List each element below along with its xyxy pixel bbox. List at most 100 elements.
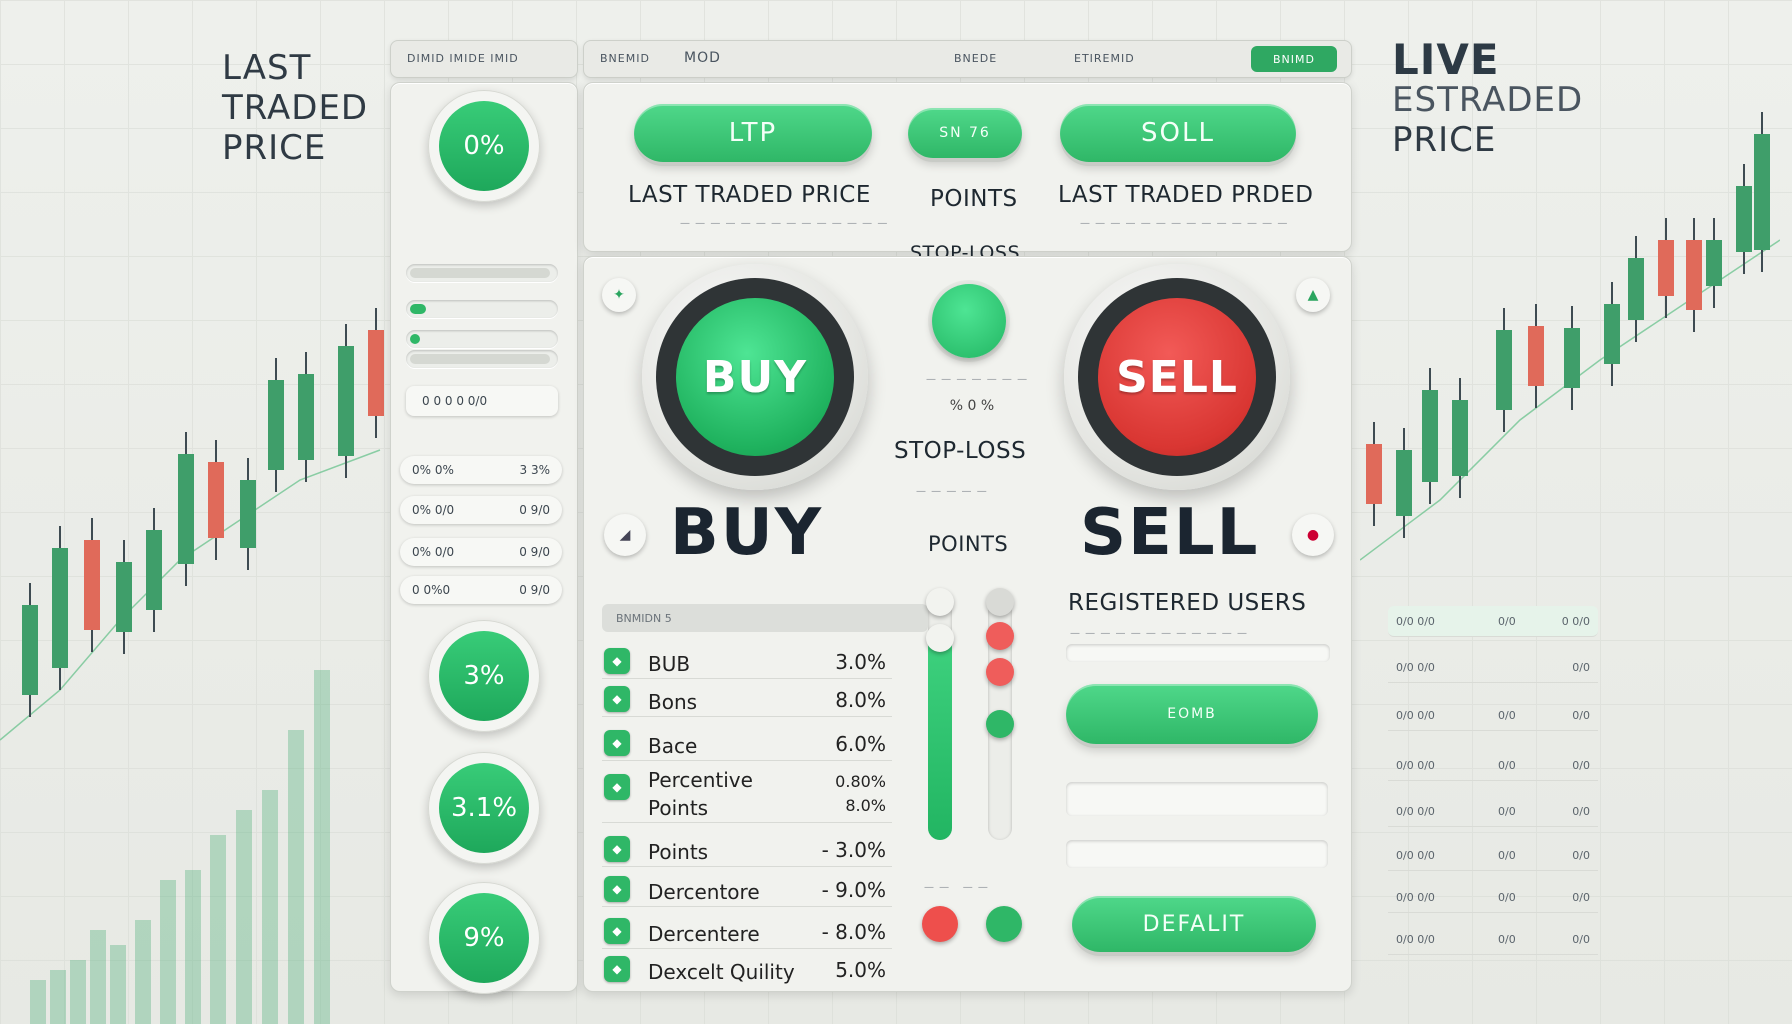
alert-icon[interactable]: ▲ [1296,278,1330,312]
candle-body [116,562,132,632]
registered-users-field[interactable] [1066,644,1330,662]
table-row[interactable]: ◆ Points - 3.0% [602,832,892,867]
points-button[interactable]: SN 76 [908,108,1022,158]
list-item-c: 0/0 [1572,709,1590,722]
candle-body [84,540,100,630]
table-row[interactable]: ◆ Dercentore - 9.0% [602,872,892,907]
vertical-slider-2-handle-1[interactable] [986,588,1014,616]
sell-top-button[interactable]: SOLL [1060,104,1296,162]
candle-body [298,374,314,460]
right-title-line2: ESTRADED [1392,80,1584,120]
vertical-slider-2-handle-4[interactable] [986,710,1014,738]
row-value: 8.0% [835,688,886,712]
top-bar-text-d: ETIREMID [1074,52,1135,65]
stop-loss-label: STOP-LOSS [894,438,1027,464]
green-toggle[interactable] [986,906,1022,942]
top-bar-button[interactable]: BNIMD [1251,46,1337,72]
volume-bar [50,970,66,1024]
table-row[interactable]: ◆ BUB 3.0% [602,644,892,679]
table-header: BNMIDN 5 [602,604,928,632]
default-button[interactable]: DEFALIT [1072,896,1316,952]
right-title-line3: PRICE [1392,120,1497,160]
table-row[interactable]: ◆ Bons 8.0% [602,682,892,717]
right-title: LIVE ESTRADED PRICE [1392,35,1584,161]
percent-circle-4[interactable]: 9% [428,882,540,994]
sidebar-slider-4[interactable] [406,350,558,368]
vertical-slider-2-handle-2[interactable] [986,622,1014,650]
sidebar-chip-3[interactable]: 0% 0/0 0 9/0 [400,538,562,566]
row-name: Dexcelt Quility [648,960,795,984]
row-name: Dercentore [648,880,760,904]
row-value: 6.0% [835,732,886,756]
candle-body [1422,390,1438,482]
percent-circle-2[interactable]: 3% [428,620,540,732]
list-item: 0/0 0/0 0/0 0/0 [1388,750,1598,781]
candle-body [208,462,224,538]
top-caption-left: — — — — — — — — — — — — — — [680,218,889,229]
input-field-1[interactable] [1066,782,1328,816]
row-value: - 9.0% [821,878,886,902]
registered-users-label: REGISTERED USERS [1068,590,1307,616]
vertical-slider-1-handle-2[interactable] [926,624,954,652]
stop-loss-knob[interactable] [932,284,1006,358]
candle-body [22,605,38,695]
target-icon[interactable]: ✦ [602,278,636,312]
sidebar-slider-3[interactable] [406,330,558,348]
sidebar-slider-chip[interactable]: 0 0 0 0 0/0 [406,386,558,416]
list-item: 0/0 0/0 0/0 0 0/0 [1388,606,1598,637]
sell-button[interactable]: SELL [1098,298,1256,456]
list-item-a: 0/0 0/0 [1396,891,1435,904]
table-row[interactable]: ◆ Dexcelt Quility 5.0% [602,952,892,986]
volume-bar [90,930,106,1024]
ltp-button[interactable]: LTP [634,104,872,162]
vertical-slider-2-handle-3[interactable] [986,658,1014,686]
table-row[interactable]: ◆ Bace 6.0% [602,726,892,761]
candle-body [52,548,68,668]
list-item: 0/0 0/0 0/0 0/0 [1388,882,1598,913]
sidebar-chip-1[interactable]: 0% 0% 3 3% [400,456,562,484]
right-title-line1: LIVE [1392,35,1500,84]
list-item-b: 0/0 [1498,933,1516,946]
percent-circle-1[interactable]: 0% [428,90,540,202]
sidebar-chip-2-b: 0 9/0 [519,503,550,517]
sidebar-chip-2[interactable]: 0% 0/0 0 9/0 [400,496,562,524]
input-field-2[interactable] [1066,840,1328,868]
percent-circle-2-value: 3% [439,631,529,721]
sidebar-chip-1-b: 3 3% [519,463,551,477]
volume-bar [236,810,252,1024]
list-item-c: 0/0 [1572,661,1590,674]
sidebar-slider-2[interactable] [406,300,558,318]
table-row[interactable]: ◆ Dercentere - 8.0% [602,914,892,949]
sidebar-chip-4[interactable]: 0 0%0 0 9/0 [400,576,562,604]
points-label: POINTS [930,186,1018,212]
candle-body [1396,450,1412,516]
percent-circle-3[interactable]: 3.1% [428,752,540,864]
row-icon: ◆ [604,648,630,674]
volume-bar [210,835,226,1024]
stop-loss-dial[interactable]: % 0 % [932,392,1012,420]
percent-circle-4-value: 9% [439,893,529,983]
buy-button[interactable]: BUY [676,298,834,456]
list-item-a: 0/0 0/0 [1396,661,1435,674]
list-item-c: 0/0 [1572,759,1590,772]
chart-toggle-icon[interactable]: ◢ [604,514,646,556]
eomb-button[interactable]: EOMB [1066,684,1318,744]
list-item: 0/0 0/0 0/0 0/0 [1388,924,1598,955]
candle-body [1658,240,1674,296]
red-toggle[interactable] [922,906,958,942]
sidebar-slider-1[interactable] [406,264,558,282]
candle-body [1736,186,1752,252]
list-item-b: 0/0 [1498,615,1516,628]
volume-bar [135,920,151,1024]
sidebar-chip-1-a: 0% 0% [412,463,454,477]
candle-body [240,480,256,548]
table-row[interactable]: ◆ Percentive Points 0.80% 8.0% [602,768,892,823]
volume-bar [70,960,86,1024]
vertical-slider-1-handle[interactable] [926,588,954,616]
list-item: 0/0 0/0 0/0 0/0 [1388,840,1598,871]
record-icon[interactable]: ● [1292,514,1334,556]
sidebar-slider-chip-text: 0 0 0 0 0/0 [422,394,488,408]
percent-circle-1-value: 0% [439,101,529,191]
row-name: BUB [648,652,691,676]
candle-body [146,530,162,610]
